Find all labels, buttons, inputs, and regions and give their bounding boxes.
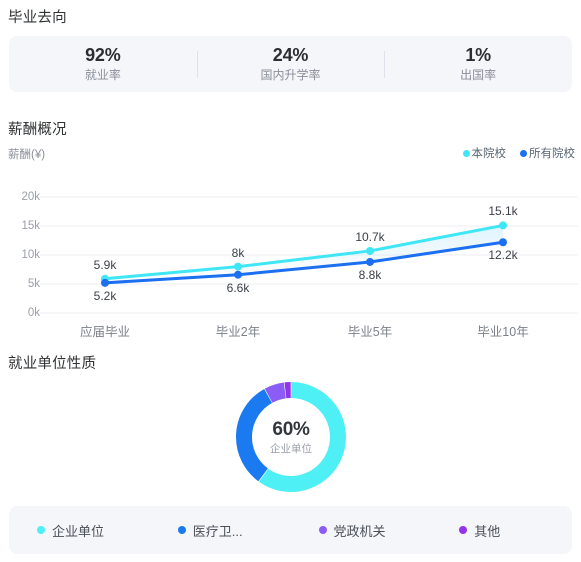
employer-type-legend: 企业单位 医疗卫... 党政机关 其他: [9, 506, 572, 554]
legend-dot-icon: [462, 149, 470, 157]
x-axis-tick-label: 毕业2年: [215, 325, 261, 339]
employer-type-title: 就业单位性质: [8, 356, 97, 372]
legend-label: 企业单位: [52, 523, 105, 539]
legend-label: 医疗卫...: [192, 523, 243, 539]
x-axis-tick-label: 毕业10年: [477, 325, 529, 339]
stat-value: 1%: [465, 44, 491, 65]
legend-dot-icon: [177, 526, 186, 534]
data-point-label: 6.6k: [226, 280, 250, 295]
stat-overseas-rate: 1% 出国率: [384, 45, 572, 84]
graduation-destination-title: 毕业去向: [8, 10, 67, 26]
legend-label: 所有院校: [529, 148, 575, 160]
stat-employment-rate: 92% 就业率: [9, 45, 197, 84]
x-axis-tick-label: 应届毕业: [79, 325, 131, 339]
stat-label: 就业率: [84, 67, 121, 82]
stat-domestic-postgrad-rate: 24% 国内升学率: [196, 44, 385, 84]
donut-segment[interactable]: [236, 388, 273, 482]
legend-label: 其他: [474, 523, 501, 539]
stat-label: 国内升学率: [260, 67, 321, 82]
data-point-label: 10.7k: [355, 229, 385, 244]
donut-chart-svg: [236, 382, 346, 492]
x-axis-tick-label: 毕业5年: [347, 325, 393, 339]
legend-item-other[interactable]: 其他: [431, 521, 572, 540]
legend-item-all-schools[interactable]: 所有院校: [520, 145, 575, 161]
legend-dot-icon: [37, 526, 45, 534]
data-point-label: 15.1k: [488, 204, 518, 219]
salary-y-axis-ticks: 0k 5k 10k 15k 20k: [0, 185, 40, 335]
graduation-destination-stats-card: 92% 就业率 24% 国内升学率 1% 出国率: [9, 36, 572, 92]
data-point-label: 12.2k: [488, 248, 518, 263]
data-point-label: 8.8k: [358, 267, 382, 282]
legend-item-government[interactable]: 党政机关: [291, 521, 432, 540]
legend-label: 本院校: [471, 148, 507, 160]
legend-dot-icon: [318, 526, 327, 534]
stat-value: 92%: [85, 44, 121, 65]
legend-label: 党政机关: [333, 523, 386, 539]
employer-type-donut-chart[interactable]: 60% 企业单位: [232, 378, 350, 496]
data-point-label: 5.2k: [93, 288, 117, 303]
y-axis-tick-label: 15k: [21, 220, 40, 232]
donut-segment[interactable]: [264, 382, 287, 403]
donut-segment[interactable]: [258, 382, 346, 492]
y-axis-tick-label: 20k: [21, 191, 40, 203]
salary-chart-legend: 本院校 所有院校: [462, 145, 575, 161]
y-axis-tick-label: 10k: [21, 249, 40, 261]
stat-value: 24%: [272, 44, 309, 65]
legend-item-enterprise[interactable]: 企业单位: [9, 521, 150, 540]
salary-line-chart[interactable]: 0k 5k 10k 15k 20k 应届毕业 毕业2年 毕业5年 毕业10年 5.9k 8k 10…: [0, 185, 581, 339]
y-axis-tick-label: 5k: [27, 278, 40, 290]
stat-label: 出国率: [460, 67, 497, 82]
legend-dot-icon: [520, 149, 527, 157]
salary-overview-title: 薪酬概况: [8, 122, 67, 138]
salary-y-axis-unit-label: 薪酬(¥): [8, 149, 46, 161]
data-point-label: 5.9k: [93, 257, 117, 272]
legend-item-own-school[interactable]: 本院校: [462, 145, 507, 161]
data-point-label: 8k: [231, 245, 245, 260]
legend-dot-icon: [459, 526, 468, 534]
legend-item-medical[interactable]: 医疗卫...: [150, 521, 291, 540]
y-axis-tick-label: 0k: [27, 307, 40, 319]
